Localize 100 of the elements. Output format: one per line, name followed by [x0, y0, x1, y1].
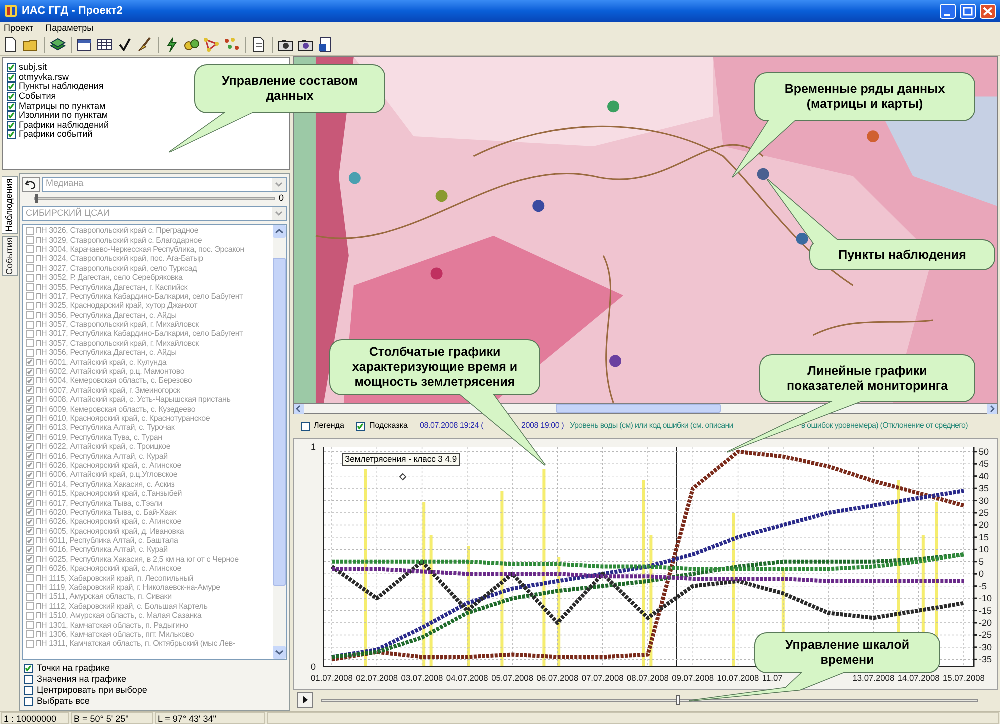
- layer-item[interactable]: Графики наблюдений: [19, 120, 110, 130]
- station-item[interactable]: ПН 6002, Алтайский край, р.ц. Мамонтово: [36, 367, 185, 376]
- checkbox[interactable]: [26, 274, 34, 282]
- checkbox-label[interactable]: Подсказка: [369, 420, 408, 432]
- layers-icon[interactable]: [49, 36, 67, 54]
- checkbox[interactable]: [7, 63, 16, 72]
- checkbox[interactable]: [26, 386, 34, 394]
- station-item[interactable]: ПН 6026, Красноярский край, с. Агинское: [36, 564, 182, 574]
- checkbox[interactable]: [7, 82, 16, 92]
- checkbox[interactable]: [7, 111, 16, 120]
- menu-item[interactable]: Параметры: [46, 22, 94, 34]
- checkbox[interactable]: [24, 675, 33, 684]
- checkbox[interactable]: [26, 546, 34, 554]
- checkbox[interactable]: [26, 527, 34, 536]
- checkbox[interactable]: [26, 536, 34, 545]
- checkbox[interactable]: [26, 499, 34, 508]
- checkbox[interactable]: [26, 376, 34, 385]
- scrollbar[interactable]: [273, 225, 286, 659]
- checkbox[interactable]: [26, 424, 34, 432]
- scroll-thumb[interactable]: [273, 258, 286, 586]
- station-item[interactable]: ПН 3027, Ставропольский край, село Турксад: [36, 264, 198, 273]
- station-item[interactable]: ПН 3004, Карачаево-Черкесская Республика, пос. Эрсакон: [36, 244, 244, 254]
- station-item[interactable]: ПН 6016, Республика Алтай, с. Курай: [36, 545, 168, 554]
- station-item[interactable]: ПН 1112, Хабаровский край, с. Большая Картель: [36, 602, 208, 611]
- checkbox[interactable]: [26, 311, 34, 320]
- checkbox-label[interactable]: Значения на графике: [37, 672, 127, 686]
- scrollbar[interactable]: [293, 404, 998, 414]
- checkbox[interactable]: [7, 130, 16, 140]
- checkbox[interactable]: [26, 442, 34, 451]
- undo-icon[interactable]: [22, 176, 40, 192]
- checkbox[interactable]: [26, 320, 34, 329]
- scroll-down-icon[interactable]: [273, 646, 286, 659]
- layer-item[interactable]: События: [19, 92, 56, 102]
- checkbox[interactable]: [26, 414, 34, 422]
- checkbox[interactable]: [26, 396, 34, 404]
- checkbox[interactable]: [26, 339, 34, 348]
- checkbox[interactable]: [7, 92, 16, 102]
- checkbox[interactable]: [26, 518, 34, 526]
- tab[interactable]: Наблюдения: [2, 176, 18, 234]
- station-item[interactable]: ПН 6025, Республика Хакасия, в 2,5 км на юг от с Черное: [36, 554, 239, 564]
- checkbox[interactable]: [26, 405, 34, 414]
- station-item[interactable]: ПН 6011, Республика Алтай, с. Баштала: [36, 536, 178, 546]
- checkbox[interactable]: [26, 226, 34, 235]
- checkbox[interactable]: [26, 574, 34, 582]
- minimize-icon[interactable]: [940, 4, 956, 18]
- checkbox[interactable]: [26, 564, 34, 573]
- checkbox[interactable]: [7, 120, 16, 130]
- station-item[interactable]: ПН 1311, Камчатская область, п. Октябрьский (мыс Лев-: [36, 639, 236, 648]
- checkbox[interactable]: [7, 102, 16, 111]
- checkbox[interactable]: [26, 508, 34, 516]
- station-item[interactable]: ПН 6013, Республика Алтай, с. Турочак: [36, 423, 175, 432]
- station-item[interactable]: ПН 1511, Амурская область, п. Сиваки: [36, 592, 172, 602]
- station-item[interactable]: ПН 6026, Красноярский край, с. Агинское: [36, 517, 182, 526]
- station-item[interactable]: ПН 6009, Кемеровская область, с. Кузедеево: [36, 404, 196, 414]
- checkbox[interactable]: [26, 348, 34, 357]
- station-item[interactable]: ПН 3057, Ставропольский край, г. Михайловск: [36, 320, 199, 330]
- tab[interactable]: События: [2, 236, 18, 276]
- checkbox[interactable]: [26, 283, 34, 292]
- station-item[interactable]: ПН 3017, Республика Кабардино-Балкария, село Бабугент: [36, 329, 244, 338]
- close-icon[interactable]: [980, 4, 996, 18]
- station-item[interactable]: ПН 6014, Республика Хакасия, с. Аскиз: [36, 480, 175, 489]
- play-icon[interactable]: [297, 692, 313, 708]
- station-item[interactable]: ПН 1115, Хабаровский край, п. Лесопильный: [36, 574, 194, 583]
- checkbox[interactable]: [26, 584, 34, 592]
- station-item[interactable]: ПН 6020, Республика Тыва, с. Бай-Хаак: [36, 508, 177, 517]
- checkbox[interactable]: [26, 612, 34, 620]
- checkbox[interactable]: [26, 630, 34, 638]
- checkbox[interactable]: [26, 302, 34, 310]
- checkbox-label[interactable]: Выбрать все: [37, 694, 90, 708]
- station-item[interactable]: ПН 3057, Ставропольский край, г. Михайловск: [36, 338, 199, 348]
- layer-item[interactable]: Матрицы по пунктам: [19, 102, 106, 111]
- station-item[interactable]: ПН 6004, Кемеровская область, с. Березово: [36, 376, 192, 386]
- checkbox[interactable]: [301, 422, 310, 430]
- scroll-thumb[interactable]: [556, 404, 721, 413]
- layer-item[interactable]: Пункты наблюдения: [19, 82, 104, 92]
- station-item[interactable]: ПН 6016, Республика Алтай, с. Курай: [36, 452, 168, 461]
- station-item[interactable]: ПН 3055, Республика Дагестан, г. Каспийск: [36, 282, 188, 292]
- station-item[interactable]: ПН 6010, Красноярский край, с. Краснотуранское: [36, 414, 210, 423]
- checkbox[interactable]: [26, 621, 34, 630]
- station-item[interactable]: ПН 1119, Хабаровский край, г. Николаевск-на-Амуре: [36, 583, 220, 592]
- station-item[interactable]: ПН 3056, Республика Дагестан, с. Айды: [36, 310, 177, 320]
- scroll-right-icon[interactable]: [987, 404, 997, 414]
- slider-thumb[interactable]: [35, 194, 38, 203]
- checkbox[interactable]: [26, 292, 34, 300]
- checkbox[interactable]: [26, 640, 34, 648]
- checkbox[interactable]: [26, 368, 34, 376]
- layer-item[interactable]: otmyvka.rsw: [19, 72, 70, 82]
- station-item[interactable]: ПН 3017, Республика Кабардино-Балкария, село Бабугент: [36, 292, 244, 301]
- station-item[interactable]: ПН 1510, Амурская область, с. Малая Сазанка: [36, 611, 202, 620]
- station-item[interactable]: ПН 6026, Красноярский край, с. Агинское: [36, 460, 182, 470]
- checkbox[interactable]: [7, 72, 16, 82]
- station-item[interactable]: ПН 3024, Ставропольский край, пос. Ага-Батыр: [36, 254, 204, 264]
- checkbox-label[interactable]: Точки на графике: [37, 662, 110, 676]
- checkbox[interactable]: [26, 358, 34, 366]
- station-item[interactable]: ПН 1306, Камчатская область, пгт. Мильково: [36, 630, 194, 639]
- layer-item[interactable]: Изолинии по пунктам: [19, 111, 108, 120]
- station-item[interactable]: ПН 1301, Камчатская область, п. Радыгино: [36, 620, 188, 630]
- layer-item[interactable]: Графики событий: [19, 130, 93, 140]
- checkbox[interactable]: [26, 461, 34, 470]
- station-item[interactable]: ПН 6007, Алтайский край, г. Змеиногорск: [36, 386, 180, 395]
